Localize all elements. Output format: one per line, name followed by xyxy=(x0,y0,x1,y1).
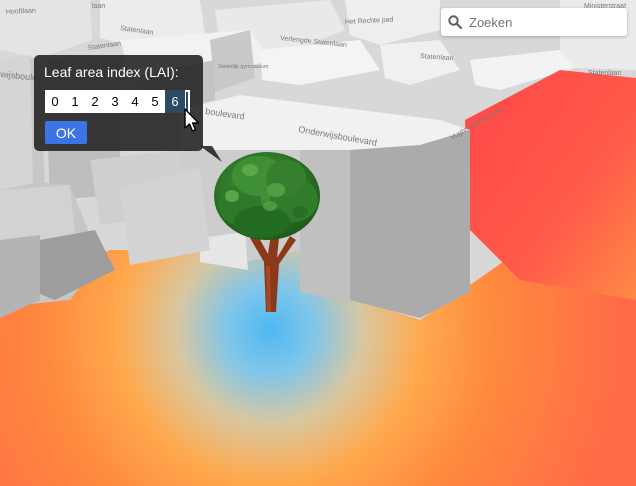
lai-popup: Leaf area index (LAI): 0 1 2 3 4 5 6 OK xyxy=(34,55,203,151)
lai-option-3[interactable]: 3 xyxy=(105,90,125,113)
lai-selector[interactable]: 0 1 2 3 4 5 6 xyxy=(45,90,190,113)
lai-option-5[interactable]: 5 xyxy=(145,90,165,113)
lai-option-2[interactable]: 2 xyxy=(85,90,105,113)
svg-text:Stedelijk gymnasium: Stedelijk gymnasium xyxy=(218,64,269,70)
ok-button[interactable]: OK xyxy=(45,121,87,144)
mouse-cursor-icon xyxy=(184,108,200,132)
lai-option-4[interactable]: 4 xyxy=(125,90,145,113)
search-input[interactable] xyxy=(469,10,619,34)
lai-option-0[interactable]: 0 xyxy=(45,90,65,113)
svg-text:laan: laan xyxy=(92,3,105,10)
svg-text:Statenlaan: Statenlaan xyxy=(588,70,622,77)
search-icon xyxy=(448,15,463,30)
lai-option-1[interactable]: 1 xyxy=(65,90,85,113)
lai-option-6[interactable]: 6 xyxy=(165,90,185,113)
popup-title: Leaf area index (LAI): xyxy=(44,64,179,80)
search-box[interactable] xyxy=(441,8,627,36)
